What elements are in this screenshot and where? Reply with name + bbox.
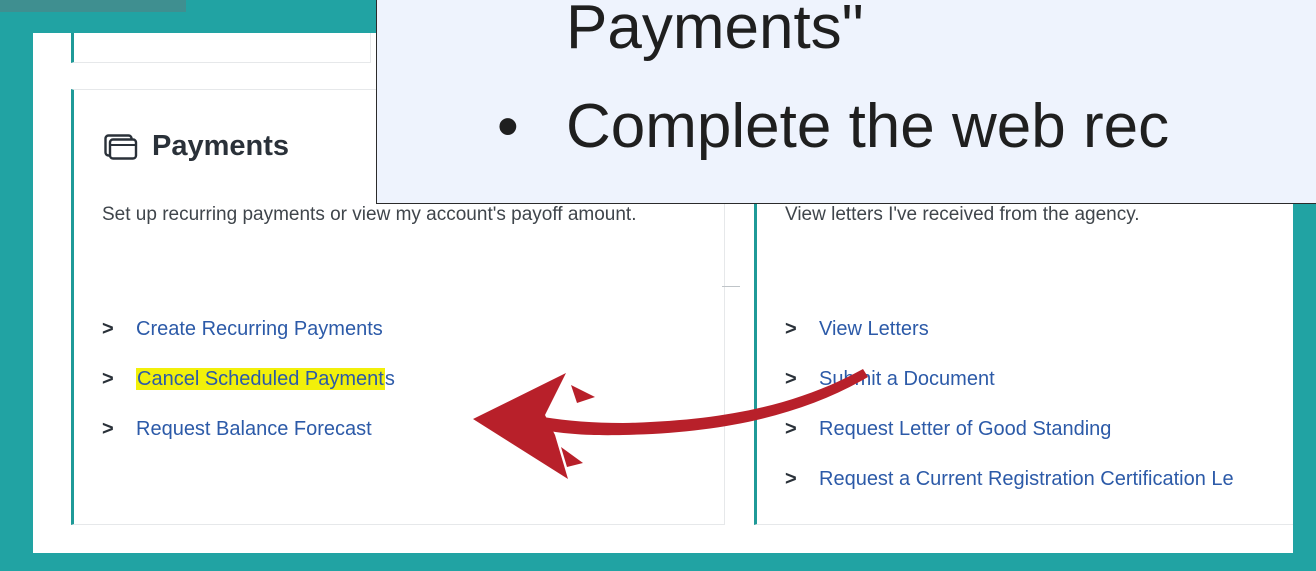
link-label[interactable]: View Letters xyxy=(819,318,929,341)
payments-title-text: Payments xyxy=(152,130,290,162)
link-view-letters[interactable]: > View Letters xyxy=(785,304,1234,354)
chevron-right-icon: > xyxy=(102,417,114,440)
link-request-balance-forecast[interactable]: > Request Balance Forecast xyxy=(102,404,395,454)
link-label-rest: s xyxy=(384,367,395,390)
red-arrow-annotation xyxy=(473,369,868,479)
slide-corner-strip xyxy=(0,0,186,12)
payments-link-list: > Create Recurring Payments > Cancel Sch… xyxy=(102,304,395,454)
overlay-line-payments: Payments" xyxy=(566,0,864,62)
chevron-right-icon: > xyxy=(102,367,114,390)
chevron-right-icon: > xyxy=(102,317,114,340)
highlight-marker: Cancel Scheduled Payment xyxy=(136,367,385,390)
link-label[interactable]: Create Recurring Payments xyxy=(136,318,383,341)
link-create-recurring-payments[interactable]: > Create Recurring Payments xyxy=(102,304,395,354)
chevron-right-icon: > xyxy=(785,317,797,340)
payments-card-title: Payments xyxy=(104,130,289,163)
divider-tick xyxy=(722,286,740,287)
link-label[interactable]: Cancel Scheduled Payments xyxy=(136,367,395,391)
overlay-bullet-line: • Complete the web rec xyxy=(497,90,1169,164)
link-label[interactable]: Request Balance Forecast xyxy=(136,418,372,441)
link-cancel-scheduled-payments[interactable]: > Cancel Scheduled Payments xyxy=(102,354,395,404)
bullet-marker: • xyxy=(497,92,519,161)
slide-text-overlay: Payments" • Complete the web rec xyxy=(376,0,1316,204)
overlay-bullet-text: Complete the web rec xyxy=(566,92,1170,161)
wallet-icon xyxy=(104,133,138,160)
previous-card-bottom xyxy=(71,33,371,63)
